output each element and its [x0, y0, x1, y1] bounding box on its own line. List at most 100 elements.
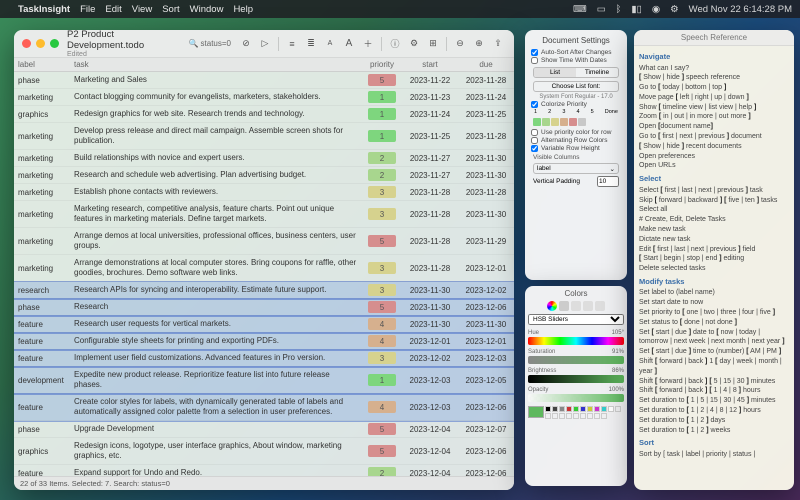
- saturation-slider[interactable]: Saturation91%: [528, 349, 624, 364]
- choose-font-button[interactable]: Choose List font:: [533, 81, 619, 92]
- table-row[interactable]: phaseResearch52023-11-302023-12-06: [14, 299, 514, 316]
- table-row[interactable]: phaseUpgrade Development52023-12-042023-…: [14, 421, 514, 438]
- cell-priority: 1: [362, 106, 402, 122]
- colors-tabs[interactable]: [528, 301, 624, 311]
- seg-list[interactable]: List: [534, 68, 576, 77]
- table-row[interactable]: marketingArrange demos at local universi…: [14, 228, 514, 255]
- zoom-button[interactable]: [50, 39, 59, 48]
- menu-edit[interactable]: Edit: [105, 4, 121, 15]
- align-center-button[interactable]: ≣: [303, 36, 319, 52]
- menu-sort[interactable]: Sort: [162, 4, 179, 15]
- table-row[interactable]: featureExpand support for Undo and Redo.…: [14, 465, 514, 476]
- color-pencils-tab[interactable]: [595, 301, 605, 311]
- battery-icon[interactable]: ▮▯: [631, 4, 641, 15]
- cell-due: 2023-12-06: [458, 301, 514, 314]
- search-box[interactable]: 🔍 status=0: [185, 38, 235, 49]
- color-spectrum-tab[interactable]: [583, 301, 593, 311]
- zoom-in-button[interactable]: ⊕: [471, 36, 487, 52]
- color-palettes-tab[interactable]: [571, 301, 581, 311]
- table-row[interactable]: marketingBuild relationships with novice…: [14, 150, 514, 167]
- close-button[interactable]: [22, 39, 31, 48]
- showtime-checkbox[interactable]: Show Time With Dates: [531, 57, 621, 64]
- cell-due: 2023-11-24: [458, 91, 514, 104]
- table-row[interactable]: developmentExpedite new product release.…: [14, 367, 514, 394]
- priority-swatch[interactable]: [551, 118, 559, 126]
- zoom-out-button[interactable]: ⊖: [452, 36, 468, 52]
- table-body[interactable]: phaseMarketing and Sales52023-11-222023-…: [14, 72, 514, 476]
- opacity-slider[interactable]: Opacity100%: [528, 387, 624, 402]
- color-swatch-row: [528, 406, 624, 419]
- cell-label: marketing: [14, 169, 70, 182]
- table-row[interactable]: marketingMarketing research, competitive…: [14, 201, 514, 228]
- colorize-checkbox[interactable]: Colorize Priority: [531, 101, 621, 108]
- minimize-button[interactable]: [36, 39, 45, 48]
- slider-mode-select[interactable]: HSB Sliders: [528, 314, 624, 325]
- priority-swatch[interactable]: [569, 118, 577, 126]
- table-row[interactable]: featureImplement user field customizatio…: [14, 350, 514, 367]
- control-center-icon[interactable]: ⚙: [670, 4, 679, 15]
- menu-file[interactable]: File: [80, 4, 95, 15]
- speech-line: Set duration to [ 1 | 2 ] days: [639, 416, 789, 426]
- priority-swatch[interactable]: [533, 118, 541, 126]
- brightness-slider[interactable]: Brightness86%: [528, 368, 624, 383]
- table-row[interactable]: graphicsRedesign graphics for web site. …: [14, 106, 514, 123]
- var-row-checkbox[interactable]: Variable Row Height: [531, 145, 621, 152]
- wifi-icon[interactable]: ◉: [652, 4, 660, 15]
- play-button[interactable]: ▷: [257, 36, 273, 52]
- menu-app[interactable]: TaskInsight: [18, 4, 70, 15]
- col-priority[interactable]: priority: [362, 60, 402, 69]
- table-row[interactable]: featureCreate color styles for labels, w…: [14, 394, 514, 421]
- autosort-checkbox[interactable]: Auto-Sort After Changes: [531, 49, 621, 56]
- use-priority-color-checkbox[interactable]: Use priority color for row: [531, 129, 621, 136]
- priority-swatch[interactable]: [542, 118, 550, 126]
- cell-task: Configurable style sheets for printing a…: [70, 333, 362, 349]
- col-label[interactable]: label: [14, 60, 70, 69]
- menu-window[interactable]: Window: [190, 4, 224, 15]
- visible-columns-select[interactable]: label ⌄: [533, 163, 619, 174]
- cell-label: phase: [14, 301, 70, 314]
- font-larger-button[interactable]: A: [341, 36, 357, 52]
- table-row[interactable]: featureConfigurable style sheets for pri…: [14, 333, 514, 350]
- main-titlebar: P2 Product Development.todo Edited 🔍 sta…: [14, 30, 514, 58]
- table-row[interactable]: marketingEstablish phone contacts with r…: [14, 184, 514, 201]
- table-row[interactable]: marketingArrange demonstrations at local…: [14, 255, 514, 282]
- menu-view[interactable]: View: [132, 4, 152, 15]
- priority-swatches[interactable]: [533, 118, 619, 126]
- settings-button[interactable]: ⚙: [406, 36, 422, 52]
- current-color-swatch[interactable]: [528, 406, 544, 418]
- display-icon[interactable]: ▭: [597, 4, 606, 15]
- table-row[interactable]: marketingContact blogging community for …: [14, 89, 514, 106]
- view-segmented[interactable]: List Timeline: [533, 67, 619, 78]
- priority-swatch[interactable]: [560, 118, 568, 126]
- table-row[interactable]: marketingResearch and schedule web adver…: [14, 167, 514, 184]
- priority-swatch[interactable]: [578, 118, 586, 126]
- vertical-padding-input[interactable]: [597, 176, 619, 187]
- table-row[interactable]: phaseMarketing and Sales52023-11-222023-…: [14, 72, 514, 89]
- table-row[interactable]: researchResearch APIs for syncing and in…: [14, 282, 514, 299]
- alt-row-checkbox[interactable]: Alternating Row Colors: [531, 137, 621, 144]
- bluetooth-icon[interactable]: ᛒ: [616, 4, 622, 15]
- hue-slider[interactable]: Hue105°: [528, 330, 624, 345]
- add-button[interactable]: ＋: [360, 36, 376, 52]
- table-row[interactable]: featureResearch user requests for vertic…: [14, 316, 514, 333]
- share-button[interactable]: ⇪: [490, 36, 506, 52]
- cell-start: 2023-11-22: [402, 74, 458, 87]
- keyboard-icon[interactable]: ⌨: [573, 4, 587, 15]
- menu-help[interactable]: Help: [233, 4, 253, 15]
- speech-content[interactable]: NavigateWhat can I say?[ Show | hide ] s…: [634, 46, 794, 490]
- cell-start: 2023-11-28: [402, 186, 458, 199]
- info-button[interactable]: ⓘ: [387, 36, 403, 52]
- clock[interactable]: Wed Nov 22 6:14:28 PM: [689, 4, 792, 15]
- seg-timeline[interactable]: Timeline: [576, 68, 618, 77]
- color-wheel-tab[interactable]: [547, 301, 557, 311]
- filter-clear-button[interactable]: ⊘: [238, 36, 254, 52]
- font-smaller-button[interactable]: A: [322, 36, 338, 52]
- col-task[interactable]: task: [70, 60, 362, 69]
- col-due[interactable]: due: [458, 60, 514, 69]
- col-start[interactable]: start: [402, 60, 458, 69]
- color-sliders-tab[interactable]: [559, 301, 569, 311]
- timeline-button[interactable]: ⊞: [425, 36, 441, 52]
- align-left-button[interactable]: ≡: [284, 36, 300, 52]
- table-row[interactable]: marketingDevelop press release and direc…: [14, 123, 514, 150]
- table-row[interactable]: graphicsRedesign icons, logotype, user i…: [14, 438, 514, 465]
